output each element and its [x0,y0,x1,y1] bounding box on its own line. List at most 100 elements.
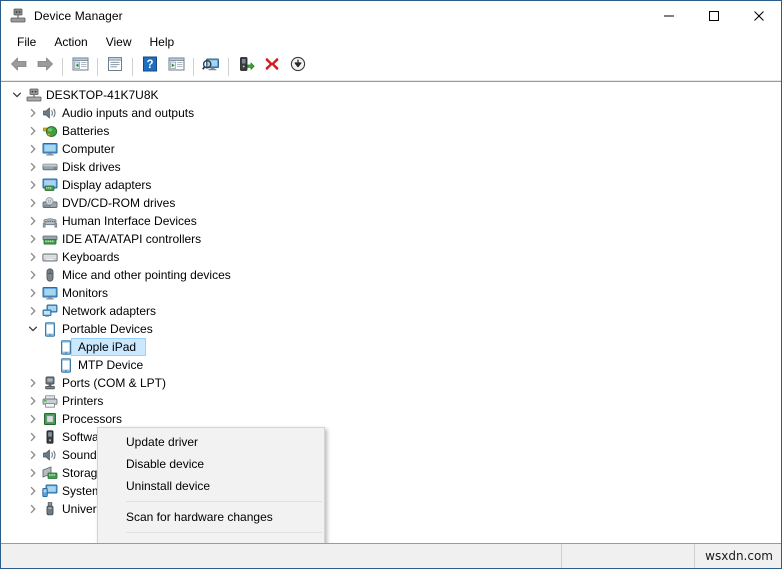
chevron-right-icon[interactable] [25,248,41,266]
portable-device-icon [41,321,59,337]
tree-item-label: Computer [62,142,115,156]
tree-item-processors[interactable]: Processors [1,410,781,428]
tree-item-ports[interactable]: Ports (COM & LPT) [1,374,781,392]
chevron-right-icon[interactable] [25,302,41,320]
tree-item-mtp-device[interactable]: MTP Device [1,356,781,374]
chevron-right-icon[interactable] [25,428,41,446]
forward-arrow-icon [36,56,54,77]
menu-view[interactable]: View [97,33,141,52]
update-driver-icon [238,56,255,77]
chevron-right-icon[interactable] [25,176,41,194]
tree-item-label: Keyboards [62,250,120,264]
menu-file[interactable]: File [8,33,45,52]
chevron-down-icon[interactable] [9,86,25,104]
toolbar-separator-4 [193,57,194,76]
chevron-right-icon[interactable] [25,500,41,518]
scan-hardware-changes-button[interactable] [198,55,224,79]
tree-item-disk-drives[interactable]: Disk drives [1,158,781,176]
tree-item-label: DVD/CD-ROM drives [62,196,176,210]
properties-window-icon [107,56,123,77]
chevron-right-icon[interactable] [25,446,41,464]
monitor-icon [41,141,59,157]
computer-root-icon [25,87,43,103]
back-button[interactable] [6,55,32,79]
tree-item-portable-devices[interactable]: Portable Devices [1,320,781,338]
tree-item-label: Human Interface Devices [62,214,197,228]
chevron-right-icon[interactable] [25,122,41,140]
update-driver-button[interactable] [233,55,259,79]
tree-item-apple-ipad[interactable]: Apple iPad [1,338,781,356]
console-client-area: DESKTOP-41K7U8K Audio inputs and outputs [1,81,781,543]
tree-item-network-adapters[interactable]: Network adapters [1,302,781,320]
tree-item-label: DESKTOP-41K7U8K [46,88,159,102]
chevron-down-icon[interactable] [25,320,41,338]
chevron-right-icon[interactable] [25,392,41,410]
show-window-button[interactable] [163,55,189,79]
chevron-right-icon[interactable] [25,482,41,500]
chevron-right-icon[interactable] [25,158,41,176]
context-menu-item-uninstall-device[interactable]: Uninstall device [98,475,324,497]
portable-device-icon [57,357,75,373]
uninstall-device-button[interactable] [259,55,285,79]
menu-action[interactable]: Action [45,33,96,52]
chevron-right-icon[interactable] [25,104,41,122]
forward-button[interactable] [32,55,58,79]
chevron-right-icon[interactable] [25,212,41,230]
show-hide-console-tree-button[interactable] [67,55,93,79]
tree-item-label: IDE ATA/ATAPI controllers [62,232,202,246]
chevron-right-icon[interactable] [25,266,41,284]
tree-item-batteries[interactable]: Batteries [1,122,781,140]
tree-item-label: Audio inputs and outputs [62,106,195,120]
tree-item-label: Portable Devices [62,322,153,336]
status-bar-panel-1 [1,544,562,568]
tree-item-display-adapters[interactable]: Display adapters [1,176,781,194]
tree-item-computer[interactable]: Computer [1,140,781,158]
context-menu: Update driver Disable device Uninstall d… [97,427,325,543]
tree-item-audio-inputs-and-outputs[interactable]: Audio inputs and outputs [1,104,781,122]
chevron-right-icon[interactable] [25,194,41,212]
tree-item-ide-ata-atapi-controllers[interactable]: IDE ATA/ATAPI controllers [1,230,781,248]
properties-button[interactable] [102,55,128,79]
mouse-icon [41,267,59,283]
chevron-right-icon[interactable] [25,230,41,248]
chevron-right-icon[interactable] [25,284,41,302]
title-bar[interactable]: Device Manager [1,1,781,31]
disable-device-button[interactable] [285,55,311,79]
chevron-right-icon[interactable] [25,464,41,482]
tree-item-mice-and-other-pointing-devices[interactable]: Mice and other pointing devices [1,266,781,284]
console-tree-icon [72,56,89,77]
close-button[interactable] [736,1,781,31]
status-bar-panel-2 [562,544,695,568]
hid-icon [41,213,59,229]
tree-item-dvd-cd-rom-drives[interactable]: DVD/CD-ROM drives [1,194,781,212]
tree-item-label: Apple iPad [78,340,137,354]
window-controls [646,1,781,31]
window-title: Device Manager [34,9,123,23]
status-bar: wsxdn.com [1,543,781,568]
chevron-right-icon[interactable] [25,410,41,428]
tree-item-monitors[interactable]: Monitors [1,284,781,302]
svg-text:?: ? [146,59,153,71]
chevron-right-icon[interactable] [25,140,41,158]
tree-item-label: Batteries [62,124,110,138]
tree-item-keyboards[interactable]: Keyboards [1,248,781,266]
tree-item-human-interface-devices[interactable]: Human Interface Devices [1,212,781,230]
storage-controller-icon [41,465,59,481]
context-menu-item-scan-for-hardware-changes[interactable]: Scan for hardware changes [98,506,324,528]
display-adapter-icon [41,177,59,193]
maximize-button[interactable] [691,1,736,31]
menu-help[interactable]: Help [141,33,184,52]
chevron-right-icon[interactable] [25,374,41,392]
tree-item-root[interactable]: DESKTOP-41K7U8K [1,86,781,104]
toolbar-separator-2 [97,57,98,76]
context-menu-item-disable-device[interactable]: Disable device [98,453,324,475]
context-menu-item-update-driver[interactable]: Update driver [98,431,324,453]
title-bar-left: Device Manager [1,8,123,24]
software-device-icon [41,429,59,445]
keyboard-icon [41,249,59,265]
system-device-icon [41,483,59,499]
minimize-button[interactable] [646,1,691,31]
help-button[interactable]: ? [137,55,163,79]
tree-item-printers[interactable]: Printers [1,392,781,410]
context-menu-item-properties[interactable]: Properties [98,537,324,543]
